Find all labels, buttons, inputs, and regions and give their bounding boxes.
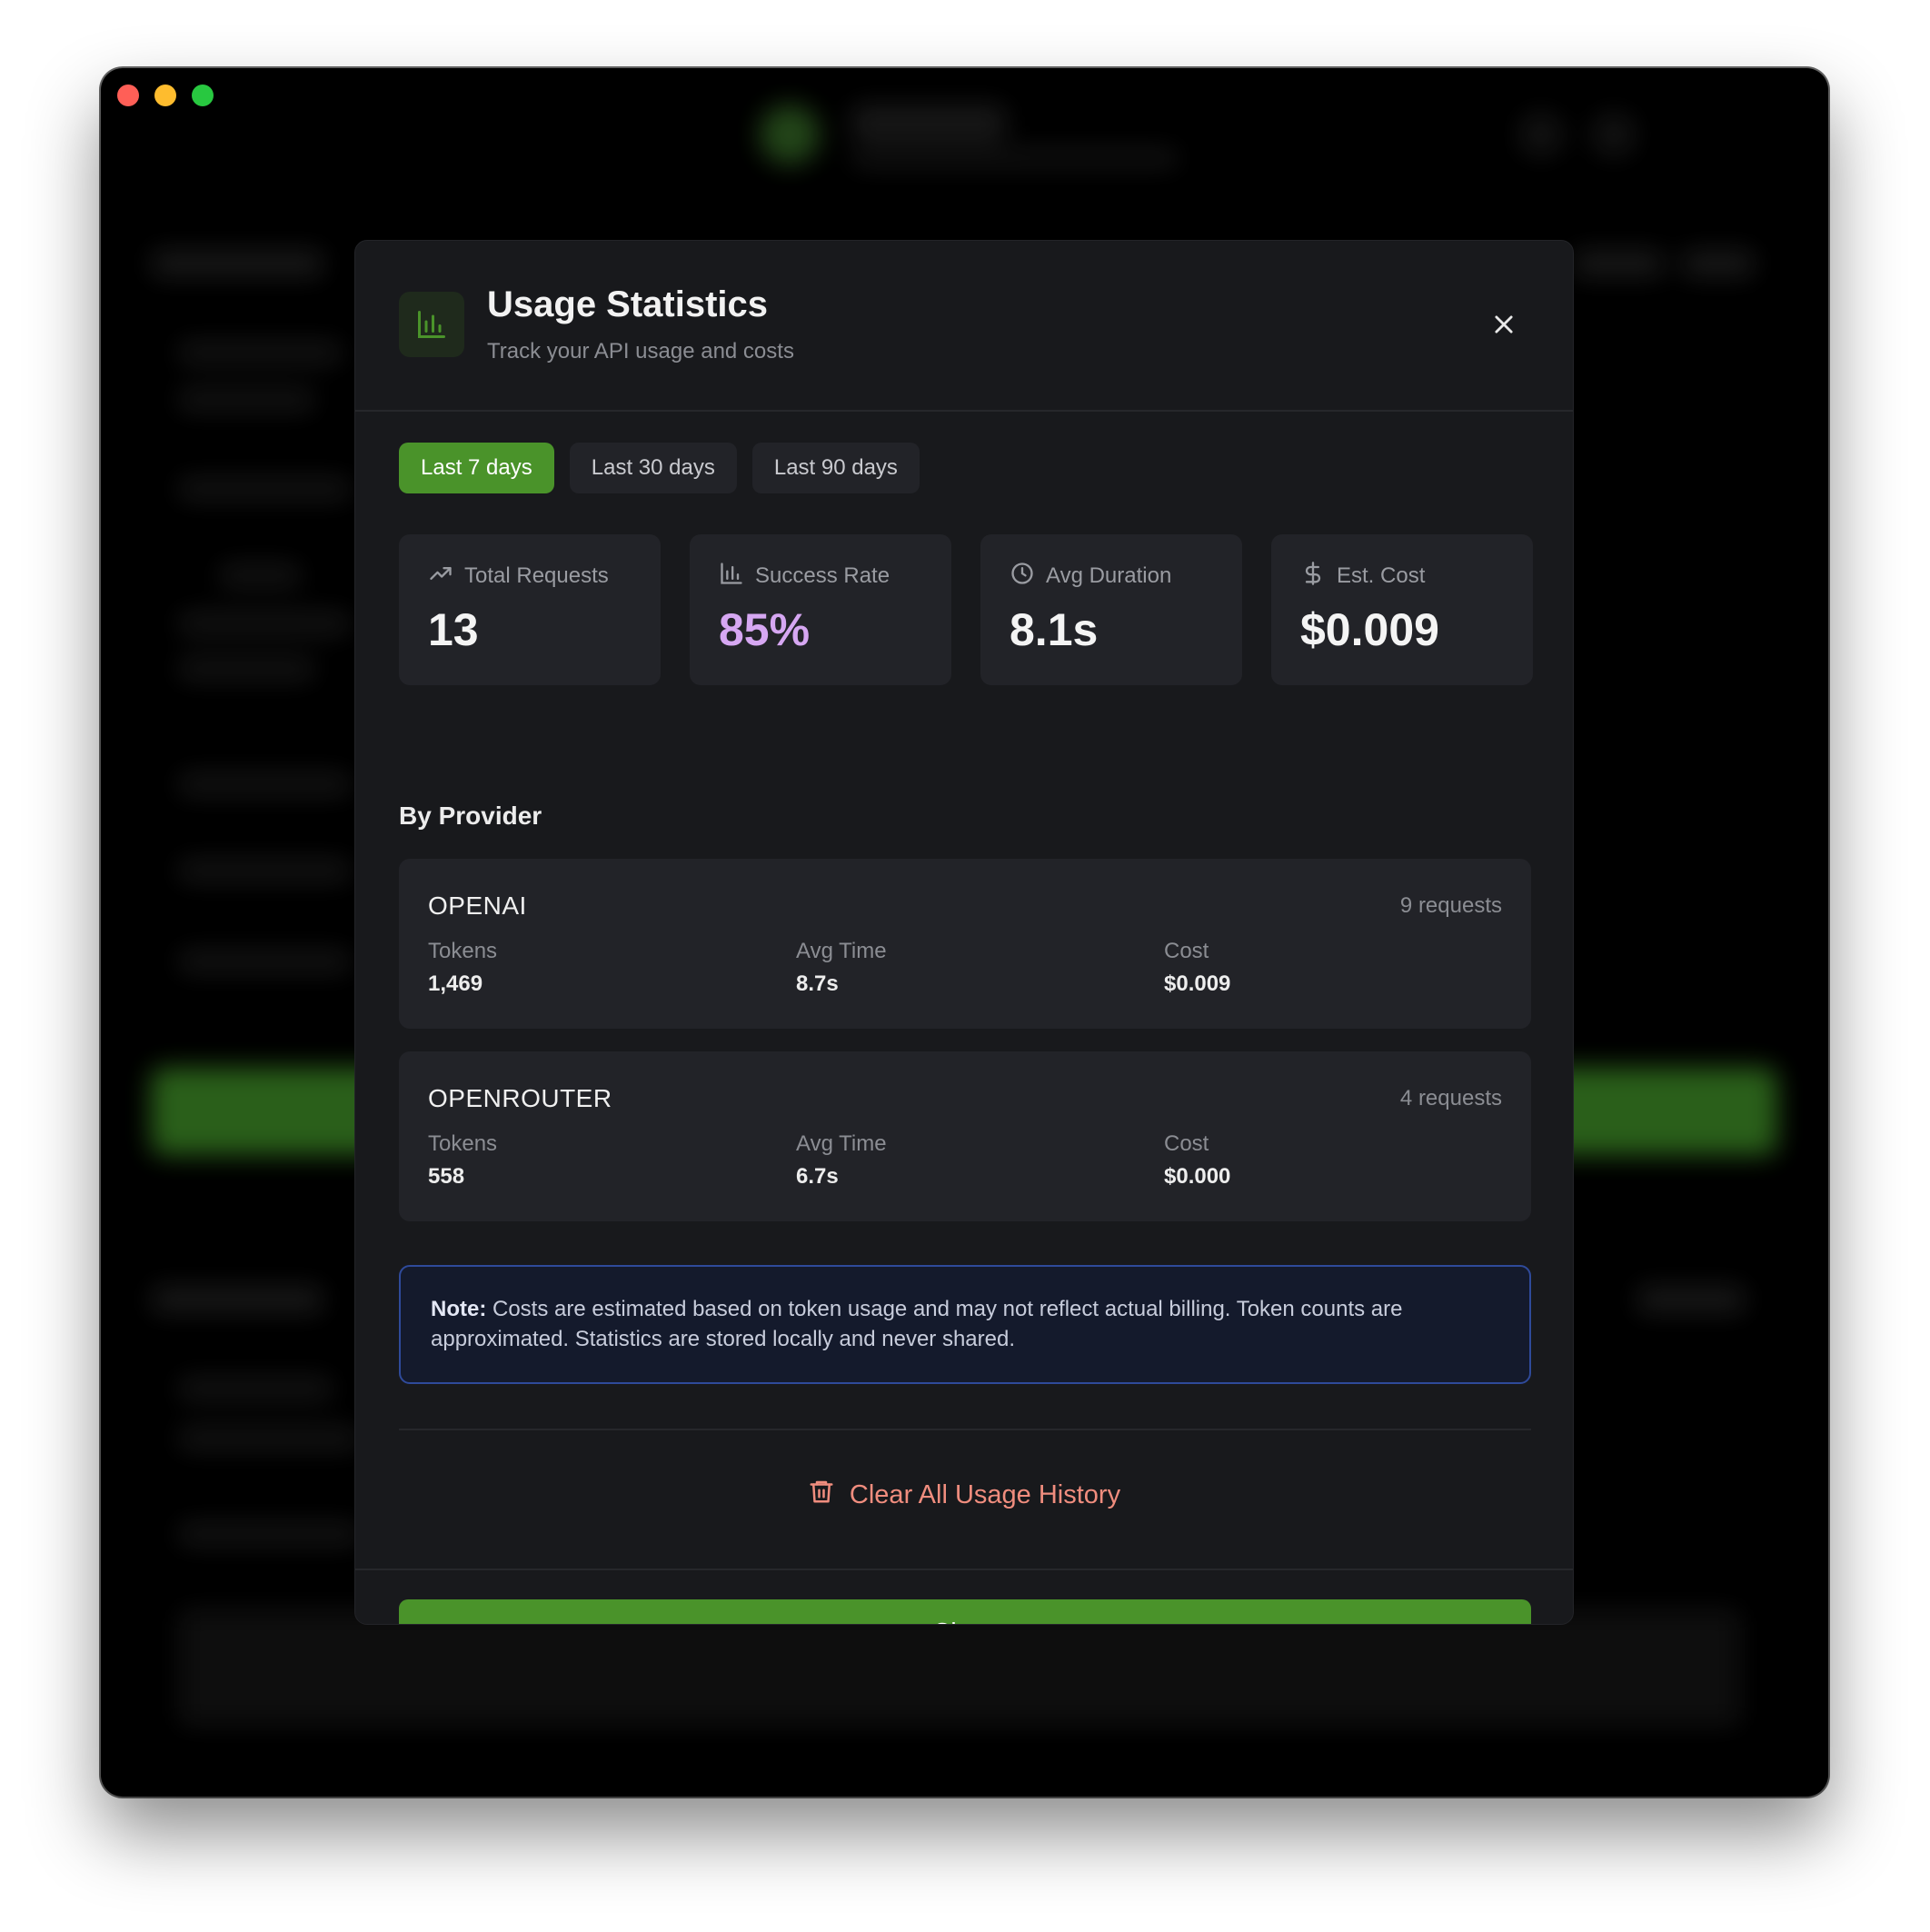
cost-value: $0.009 <box>1164 971 1231 996</box>
stat-label: Total Requests <box>464 563 609 588</box>
close-icon[interactable] <box>1486 306 1522 343</box>
window-controls <box>117 85 214 106</box>
stat-value: 85% <box>719 604 811 655</box>
tokens-value: 1,469 <box>428 971 483 996</box>
dialog-header: Usage Statistics Track your API usage an… <box>355 241 1573 412</box>
divider <box>399 1429 1531 1430</box>
provider-name: OPENAI <box>428 891 527 920</box>
avg-time-value: 8.7s <box>796 971 839 996</box>
cost-note: Note: Costs are estimated based on token… <box>399 1265 1531 1384</box>
stats-row: Total Requests 13 Success Rate 85% Avg D… <box>399 534 1533 685</box>
stat-label: Success Rate <box>755 563 890 588</box>
footer-divider <box>355 1569 1573 1570</box>
provider-card-openai: OPENAI 9 requests Tokens 1,469 Avg Time … <box>399 859 1531 1029</box>
dollar-icon <box>1300 561 1326 593</box>
stat-label: Est. Cost <box>1337 563 1426 588</box>
trash-icon <box>808 1478 835 1512</box>
cost-label: Cost <box>1164 1131 1209 1156</box>
cost-label: Cost <box>1164 939 1209 963</box>
tokens-label: Tokens <box>428 939 498 963</box>
stat-value: 8.1s <box>1010 604 1099 655</box>
clear-usage-history-button[interactable]: Clear All Usage History <box>355 1472 1573 1518</box>
stat-card-success-rate: Success Rate 85% <box>690 534 951 685</box>
provider-cost: Cost $0.000 <box>1164 1131 1230 1190</box>
stat-card-avg-duration: Avg Duration 8.1s <box>980 534 1242 685</box>
avg-time-label: Avg Time <box>796 1131 887 1156</box>
provider-avg-time: Avg Time 6.7s <box>796 1131 887 1190</box>
tab-last-7-days[interactable]: Last 7 days <box>399 443 554 493</box>
note-text: Costs are estimated based on token usage… <box>431 1297 1403 1351</box>
provider-card-openrouter: OPENROUTER 4 requests Tokens 558 Avg Tim… <box>399 1051 1531 1221</box>
time-range-tabs: Last 7 days Last 30 days Last 90 days <box>399 443 920 493</box>
window-close-button[interactable] <box>117 85 139 106</box>
provider-requests: 9 requests <box>1399 893 1502 918</box>
bar-chart-icon <box>719 561 744 593</box>
stat-value: $0.009 <box>1300 604 1439 655</box>
tab-last-90-days[interactable]: Last 90 days <box>751 443 920 493</box>
clock-icon <box>1010 561 1035 593</box>
clear-usage-history-label: Clear All Usage History <box>849 1479 1121 1509</box>
cost-value: $0.000 <box>1164 1164 1231 1189</box>
provider-tokens: Tokens 1,469 <box>428 939 497 997</box>
window-minimize-button[interactable] <box>154 85 176 106</box>
provider-requests: 4 requests <box>1399 1086 1502 1110</box>
bar-chart-icon <box>399 292 464 357</box>
provider-tokens: Tokens 558 <box>428 1131 497 1190</box>
trending-up-icon <box>428 561 453 593</box>
stat-label: Avg Duration <box>1046 563 1172 588</box>
close-button[interactable]: Close <box>399 1599 1531 1624</box>
stat-card-total-requests: Total Requests 13 <box>399 534 661 685</box>
provider-name: OPENROUTER <box>428 1084 612 1112</box>
note-prefix: Note: <box>431 1297 487 1321</box>
by-provider-title: By Provider <box>399 802 542 830</box>
dialog-title: Usage Statistics <box>487 284 769 324</box>
tokens-label: Tokens <box>428 1131 498 1156</box>
stat-card-est-cost: Est. Cost $0.009 <box>1271 534 1533 685</box>
stat-value: 13 <box>428 604 479 655</box>
avg-time-value: 6.7s <box>796 1164 839 1189</box>
app-window: Usage Statistics Track your API usage an… <box>101 68 1828 1797</box>
tokens-value: 558 <box>428 1164 465 1189</box>
usage-statistics-dialog: Usage Statistics Track your API usage an… <box>354 240 1574 1625</box>
provider-cost: Cost $0.009 <box>1164 939 1230 997</box>
provider-avg-time: Avg Time 8.7s <box>796 939 887 997</box>
avg-time-label: Avg Time <box>796 939 887 963</box>
dialog-subtitle: Track your API usage and costs <box>487 339 794 363</box>
window-zoom-button[interactable] <box>192 85 214 106</box>
tab-last-30-days[interactable]: Last 30 days <box>569 443 737 493</box>
